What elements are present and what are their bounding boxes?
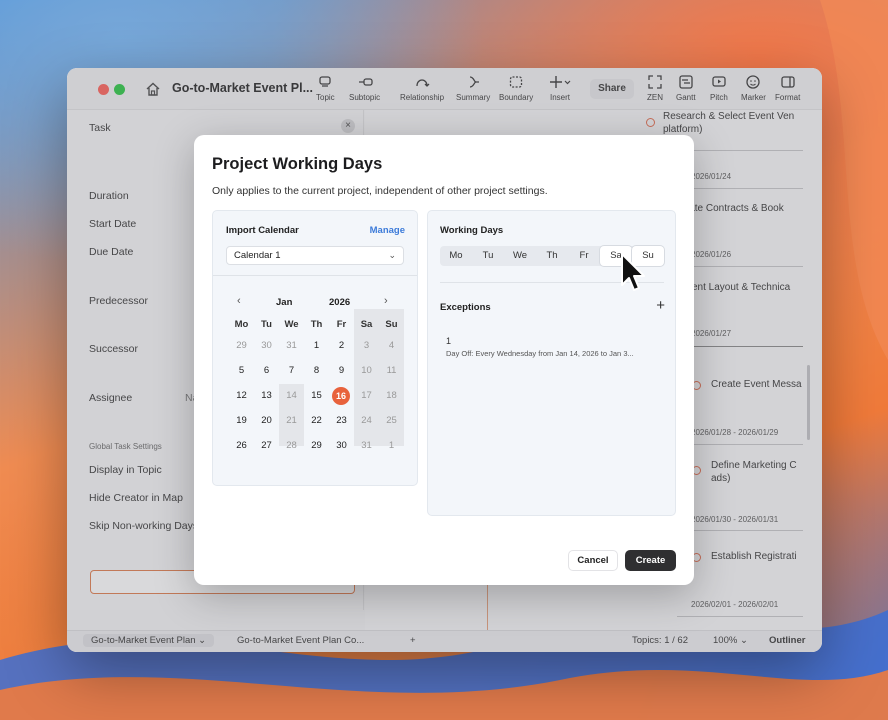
- weekday-header: Tu: [261, 319, 272, 330]
- weekday-header: Th: [310, 319, 323, 330]
- calendar-select[interactable]: Calendar 1 ⌄: [226, 246, 404, 265]
- cancel-button[interactable]: Cancel: [568, 550, 618, 571]
- calendar-year[interactable]: 2026: [329, 297, 350, 308]
- calendar-day[interactable]: 2: [329, 333, 354, 358]
- calendar-day[interactable]: 10: [354, 358, 379, 383]
- weekday-header: Fr: [336, 319, 347, 330]
- import-calendar-title: Import Calendar: [226, 225, 299, 236]
- calendar-day[interactable]: 1: [379, 433, 404, 458]
- calendar-day[interactable]: 3: [354, 333, 379, 358]
- working-days-title: Working Days: [440, 225, 504, 236]
- manage-link[interactable]: Manage: [370, 225, 405, 236]
- calendar-day[interactable]: 29: [229, 333, 254, 358]
- calendar-day[interactable]: 5: [229, 358, 254, 383]
- calendar-day[interactable]: 25: [379, 408, 404, 433]
- calendar-day[interactable]: 8: [304, 358, 329, 383]
- calendar-day[interactable]: 21: [279, 408, 304, 433]
- day-toggle-we[interactable]: We: [504, 246, 536, 266]
- calendar-day[interactable]: 31: [279, 333, 304, 358]
- weekday-header: We: [284, 319, 299, 330]
- exception-description[interactable]: Day Off: Every Wednesday from Jan 14, 20…: [446, 349, 634, 358]
- mouse-cursor-icon: [621, 253, 645, 291]
- weekday-header: Mo: [234, 319, 249, 330]
- divider: [213, 275, 417, 276]
- calendar-day[interactable]: 24: [354, 408, 379, 433]
- add-exception-icon[interactable]: +: [656, 297, 665, 314]
- calendar-day[interactable]: 17: [354, 383, 379, 408]
- prev-month-icon[interactable]: ‹: [237, 295, 241, 307]
- exceptions-title: Exceptions: [440, 302, 491, 313]
- calendar-day[interactable]: 23: [329, 408, 354, 433]
- calendar-day[interactable]: 30: [329, 433, 354, 458]
- calendar-day[interactable]: 27: [254, 433, 279, 458]
- weekday-header: Sa: [360, 319, 373, 330]
- day-toggle-fr[interactable]: Fr: [568, 246, 600, 266]
- calendar-day[interactable]: 19: [229, 408, 254, 433]
- create-button[interactable]: Create: [625, 550, 676, 571]
- weekday-header: Su: [385, 319, 398, 330]
- calendar-day[interactable]: 15: [304, 383, 329, 408]
- dialog-title: Project Working Days: [212, 155, 383, 173]
- calendar-day[interactable]: 18: [379, 383, 404, 408]
- day-toggle-tu[interactable]: Tu: [472, 246, 504, 266]
- calendar-day[interactable]: 20: [254, 408, 279, 433]
- calendar-day[interactable]: 13: [254, 383, 279, 408]
- import-calendar-panel: Import Calendar Manage Calendar 1 ⌄ ‹ Ja…: [212, 210, 418, 486]
- calendar-day[interactable]: 14: [279, 383, 304, 408]
- calendar-day[interactable]: 31: [354, 433, 379, 458]
- exception-index[interactable]: 1: [446, 336, 451, 346]
- calendar-day-today[interactable]: 16: [332, 387, 350, 405]
- calendar-day[interactable]: 22: [304, 408, 329, 433]
- dialog-subtitle: Only applies to the current project, ind…: [212, 185, 548, 197]
- calendar-day[interactable]: 9: [329, 358, 354, 383]
- project-working-days-dialog: Project Working Days Only applies to the…: [194, 135, 694, 585]
- day-toggle-th[interactable]: Th: [536, 246, 568, 266]
- calendar-day[interactable]: 4: [379, 333, 404, 358]
- calendar-month[interactable]: Jan: [276, 297, 292, 308]
- calendar-day[interactable]: 6: [254, 358, 279, 383]
- calendar-day[interactable]: 11: [379, 358, 404, 383]
- calendar-day[interactable]: 30: [254, 333, 279, 358]
- calendar-day[interactable]: 28: [279, 433, 304, 458]
- chevron-down-icon: ⌄: [388, 250, 396, 260]
- day-toggle-mo[interactable]: Mo: [440, 246, 472, 266]
- calendar-day[interactable]: 26: [229, 433, 254, 458]
- next-month-icon[interactable]: ›: [384, 295, 388, 307]
- calendar-day[interactable]: 7: [279, 358, 304, 383]
- calendar-day[interactable]: 1: [304, 333, 329, 358]
- calendar-day[interactable]: 29: [304, 433, 329, 458]
- calendar-day[interactable]: 12: [229, 383, 254, 408]
